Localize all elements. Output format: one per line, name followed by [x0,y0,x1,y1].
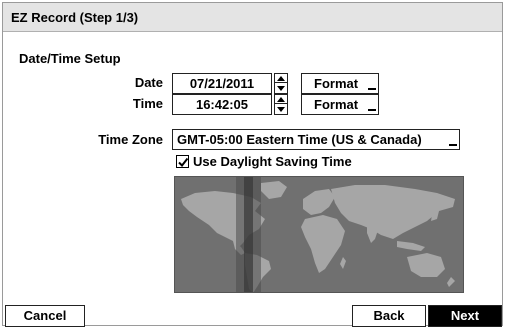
time-field[interactable]: 16:42:05 [172,94,272,115]
ez-record-window: EZ Record (Step 1/3) Date/Time Setup Dat… [2,2,503,327]
date-label: Date [134,75,163,90]
timezone-value: GMT-05:00 Eastern Time (US & Canada) [177,132,422,147]
date-format-dropdown[interactable]: Format [301,73,379,94]
dropdown-indicator-icon [368,88,376,90]
world-map [174,176,464,293]
time-up-arrow-icon[interactable] [275,95,287,104]
next-button[interactable]: Next [428,305,502,327]
cancel-button[interactable]: Cancel [5,305,85,327]
dropdown-indicator-icon [368,109,376,111]
dst-label: Use Daylight Saving Time [193,154,352,169]
time-label: Time [132,96,163,111]
title-bar: EZ Record (Step 1/3) [3,3,502,32]
date-spinner[interactable] [274,73,288,94]
date-format-label: Format [314,76,359,91]
dst-checkbox[interactable] [176,155,189,168]
dropdown-indicator-icon [449,144,457,146]
window-title: EZ Record (Step 1/3) [11,10,139,25]
checkmark-icon [178,157,189,168]
timezone-label: Time Zone [98,132,163,147]
back-button[interactable]: Back [352,305,426,327]
time-format-label: Format [314,97,359,112]
date-field[interactable]: 07/21/2011 [172,73,272,94]
date-up-arrow-icon[interactable] [275,74,287,83]
time-down-arrow-icon[interactable] [275,105,287,114]
time-spinner[interactable] [274,94,288,115]
date-down-arrow-icon[interactable] [275,84,287,93]
world-map-graphic [175,177,463,292]
timezone-dropdown[interactable]: GMT-05:00 Eastern Time (US & Canada) [172,129,460,150]
time-format-dropdown[interactable]: Format [301,94,379,115]
section-title: Date/Time Setup [19,51,121,66]
